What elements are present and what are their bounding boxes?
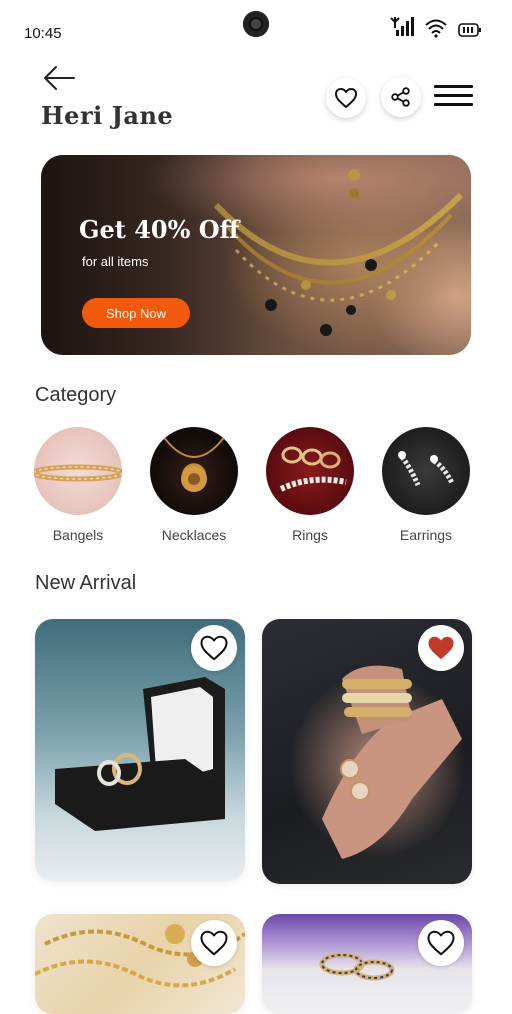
- category-title: Category: [35, 384, 117, 406]
- favorite-button[interactable]: [418, 920, 464, 966]
- banner-title: Get 40% Off: [79, 215, 240, 244]
- heart-outline-icon: [200, 930, 228, 956]
- favorite-button[interactable]: [191, 920, 237, 966]
- category-label: Rings: [292, 527, 328, 543]
- heart-outline-icon: [427, 930, 455, 956]
- category-label: Bangels: [52, 527, 104, 543]
- share-button[interactable]: [381, 77, 421, 117]
- category-bangles[interactable]: Bangels: [33, 427, 123, 543]
- heart-outline-icon: [200, 635, 228, 661]
- category-earrings[interactable]: Earrings: [381, 427, 471, 543]
- arrow-left-icon: [44, 66, 75, 90]
- back-button[interactable]: [42, 64, 76, 92]
- category-label: Earrings: [399, 527, 453, 543]
- new-arrival-title: New Arrival: [35, 572, 137, 594]
- product-card[interactable]: [262, 619, 472, 884]
- menu-icon: [434, 85, 473, 88]
- category-label: Necklaces: [161, 527, 227, 543]
- favorite-button[interactable]: [418, 625, 464, 671]
- front-camera: [243, 11, 269, 37]
- shop-now-button[interactable]: Shop Now: [82, 298, 190, 328]
- product-card[interactable]: [35, 914, 245, 1014]
- necklaces-image: [150, 427, 238, 515]
- favorite-button[interactable]: [191, 625, 237, 671]
- category-necklaces[interactable]: Necklaces: [149, 427, 239, 543]
- status-time: 10:45: [24, 25, 62, 42]
- wifi-icon: [425, 19, 447, 38]
- promo-banner[interactable]: Get 40% Off for all items Shop Now: [41, 155, 471, 355]
- banner-subtitle: for all items: [82, 254, 149, 269]
- menu-button[interactable]: [434, 85, 473, 109]
- product-card[interactable]: [35, 619, 245, 881]
- share-icon: [391, 87, 410, 107]
- product-card[interactable]: [262, 914, 472, 1014]
- heart-filled-icon: [428, 636, 454, 660]
- rings-image: [266, 427, 354, 515]
- status-icons: [390, 16, 482, 38]
- earrings-image: [382, 427, 470, 515]
- wishlist-button[interactable]: [326, 78, 366, 118]
- brand-name: Heri Jane: [41, 101, 174, 130]
- signal-icon: [390, 17, 414, 36]
- category-rings[interactable]: Rings: [265, 427, 355, 543]
- battery-icon: [458, 23, 481, 37]
- bangles-image: [34, 427, 122, 515]
- heart-icon: [335, 88, 357, 108]
